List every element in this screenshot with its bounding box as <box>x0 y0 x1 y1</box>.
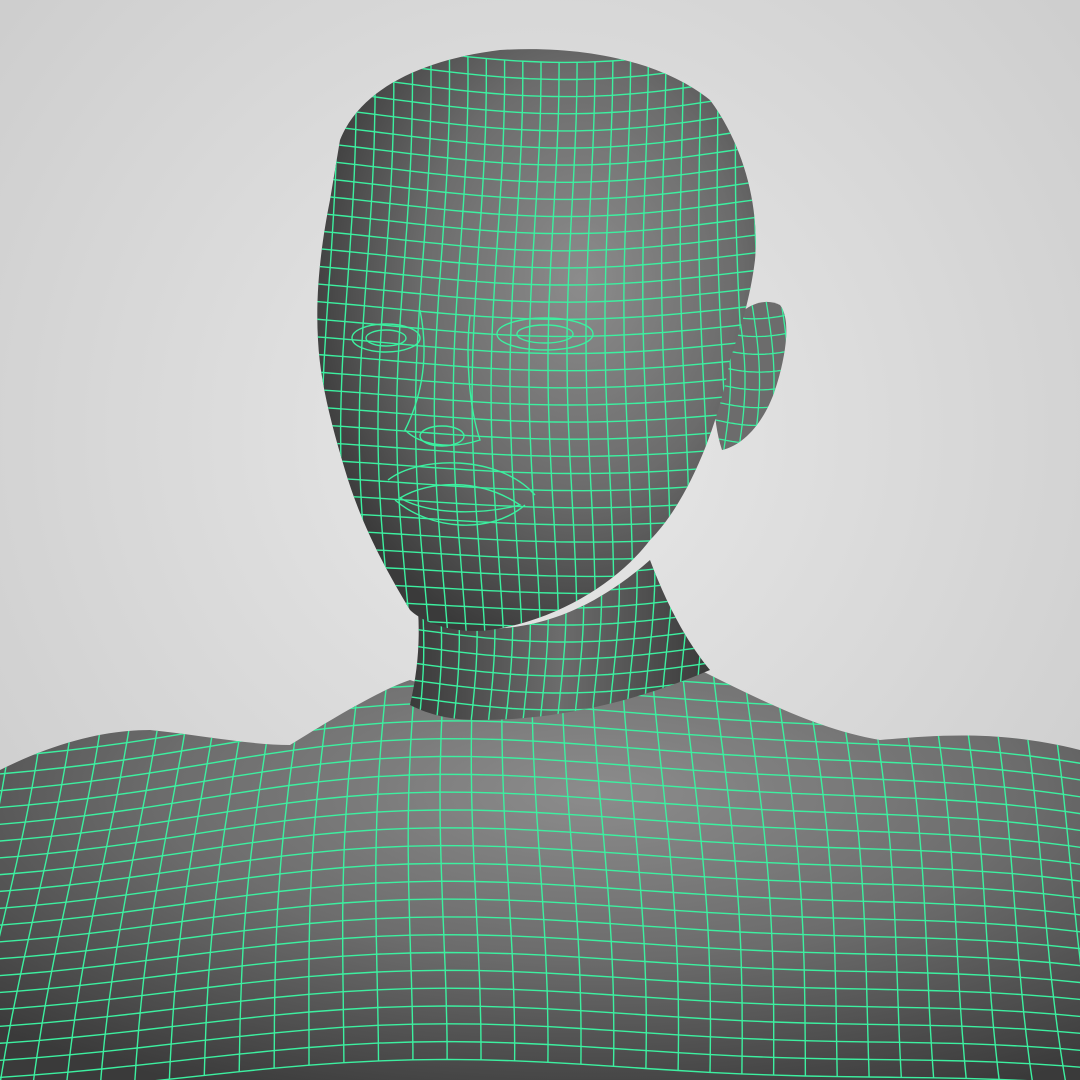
viewport-canvas[interactable] <box>0 0 1080 1080</box>
modeling-viewport[interactable] <box>0 0 1080 1080</box>
